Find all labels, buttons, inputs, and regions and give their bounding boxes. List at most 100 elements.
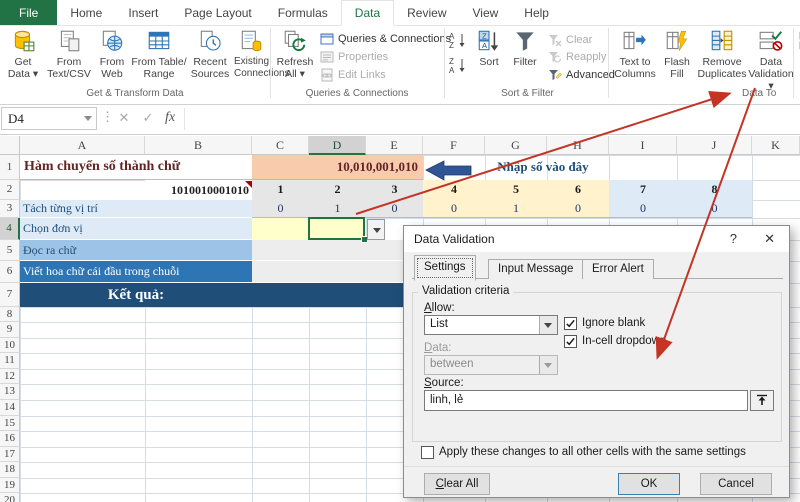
collapse-dialog-button[interactable] — [750, 390, 774, 411]
row-header-13[interactable]: 13 — [0, 384, 20, 400]
cell-c6-range[interactable] — [252, 261, 423, 283]
allow-combobox[interactable]: List — [424, 315, 558, 335]
column-header-K[interactable]: K — [752, 136, 800, 155]
filter-button[interactable]: Filter — [508, 27, 542, 85]
column-header-J[interactable]: J — [677, 136, 752, 155]
cell-j3[interactable]: 0 — [677, 200, 752, 218]
sort-button[interactable]: Z A Sort — [472, 27, 506, 85]
name-box-caret-icon[interactable] — [84, 116, 92, 121]
dialog-title-bar[interactable]: Data Validation ? ✕ — [404, 226, 789, 252]
dialog-tab-error-alert[interactable]: Error Alert — [582, 259, 654, 279]
tab-formulas[interactable]: Formulas — [265, 0, 341, 25]
sort-descending-button[interactable]: Z A — [448, 56, 470, 76]
from-table-range-button[interactable]: From Table/Range — [131, 27, 187, 85]
cancel-button[interactable]: Cancel — [700, 473, 772, 495]
cell-a4-label[interactable]: Chọn đơn vị — [20, 218, 252, 240]
cell-f2[interactable]: 4 — [423, 180, 485, 200]
tab-insert[interactable]: Insert — [115, 0, 171, 25]
from-web-button[interactable]: FromWeb — [94, 27, 130, 85]
column-header-E[interactable]: E — [366, 136, 423, 155]
existing-connections-button[interactable]: ExistingConnections — [234, 27, 268, 85]
dialog-tab-settings[interactable]: Settings — [414, 255, 476, 281]
row-header-17[interactable]: 17 — [0, 447, 20, 462]
refresh-all-button[interactable]: RefreshAll ▾ — [274, 27, 316, 85]
cell-h2[interactable]: 6 — [547, 180, 609, 200]
consolidate-button-partial[interactable]: C — [796, 27, 800, 85]
combo-dropdown-button[interactable] — [539, 316, 557, 334]
row-header-10[interactable]: 10 — [0, 338, 20, 353]
dialog-close-button[interactable]: ✕ — [764, 231, 775, 247]
row-header-12[interactable]: 12 — [0, 369, 20, 384]
cell-g1-note[interactable]: Nhập số vào đây — [477, 155, 609, 180]
cell-a5-label[interactable]: Đọc ra chữ — [20, 240, 252, 261]
clear-filter-button[interactable]: Clear — [548, 31, 592, 48]
formula-input[interactable] — [186, 107, 798, 130]
get-data-button[interactable]: GetData ▾ — [2, 27, 44, 85]
row-header-3[interactable]: 3 — [0, 200, 20, 218]
cell-c5-range[interactable] — [252, 240, 423, 261]
flash-fill-button[interactable]: FlashFill — [660, 27, 694, 85]
clear-all-button[interactable]: Clear All — [424, 473, 490, 495]
text-to-columns-button[interactable]: Text toColumns — [612, 27, 658, 85]
column-header-B[interactable]: B — [145, 136, 252, 155]
data-validation-button[interactable]: DataValidation ▾ — [748, 27, 794, 85]
cell-e3[interactable]: 0 — [366, 200, 423, 218]
cell-f3[interactable]: 0 — [423, 200, 485, 218]
cell-i3[interactable]: 0 — [609, 200, 677, 218]
select-all-corner[interactable] — [0, 136, 20, 155]
tab-home[interactable]: Home — [57, 0, 115, 25]
cell-g3[interactable]: 1 — [485, 200, 547, 218]
tab-page-layout[interactable]: Page Layout — [171, 0, 264, 25]
apply-changes-checkbox[interactable] — [421, 446, 434, 459]
cell-d2[interactable]: 2 — [309, 180, 366, 200]
from-text-csv-button[interactable]: FromText/CSV — [46, 27, 92, 85]
tab-help[interactable]: Help — [511, 0, 562, 25]
row-header-15[interactable]: 15 — [0, 416, 20, 431]
row-header-1[interactable]: 1 — [0, 155, 20, 180]
row-header-2[interactable]: 2 — [0, 180, 20, 200]
cell-c1-number-value[interactable]: 10,010,001,010 — [252, 155, 423, 180]
source-input[interactable]: linh, lẻ — [424, 390, 748, 411]
cancel-entry-button[interactable]: ✕ — [114, 108, 134, 128]
in-cell-dropdown-button[interactable] — [367, 219, 385, 240]
cell-i2[interactable]: 7 — [609, 180, 677, 200]
cell-d3[interactable]: 1 — [309, 200, 366, 218]
row-header-6[interactable]: 6 — [0, 261, 20, 283]
name-box[interactable]: D4 — [1, 107, 97, 130]
dialog-help-button[interactable]: ? — [730, 231, 737, 246]
row-header-7[interactable]: 7 — [0, 283, 20, 307]
in-cell-dropdown-checkbox[interactable] — [564, 335, 577, 348]
enter-entry-button[interactable]: ✓ — [138, 108, 158, 128]
tab-data[interactable]: Data — [341, 0, 394, 26]
row-header-5[interactable]: 5 — [0, 240, 20, 261]
cell-h3[interactable]: 0 — [547, 200, 609, 218]
advanced-filter-button[interactable]: Advanced — [548, 66, 615, 83]
row-header-20[interactable]: 20 — [0, 493, 20, 502]
queries-connections-button[interactable]: Queries & Connections — [320, 30, 451, 47]
column-header-D[interactable]: D — [309, 136, 366, 155]
row-header-16[interactable]: 16 — [0, 431, 20, 447]
cell-c4[interactable] — [252, 218, 309, 240]
properties-button[interactable]: Properties — [320, 48, 388, 65]
edit-links-button[interactable]: Edit Links — [320, 66, 386, 83]
column-header-A[interactable]: A — [20, 136, 145, 155]
tab-view[interactable]: View — [460, 0, 512, 25]
column-header-F[interactable]: F — [423, 136, 485, 155]
ok-button[interactable]: OK — [618, 473, 680, 495]
remove-duplicates-button[interactable]: RemoveDuplicates — [696, 27, 748, 85]
column-header-I[interactable]: I — [609, 136, 677, 155]
row-header-19[interactable]: 19 — [0, 478, 20, 493]
cell-b2-input-number[interactable]: 1010010001010 — [145, 180, 252, 200]
recent-sources-button[interactable]: RecentSources — [188, 27, 232, 85]
cell-c3[interactable]: 0 — [252, 200, 309, 218]
column-header-G[interactable]: G — [485, 136, 547, 155]
cell-a1-title[interactable]: Hàm chuyển số thành chữ — [20, 155, 252, 180]
sort-ascending-button[interactable]: A Z — [448, 31, 470, 51]
row-header-4[interactable]: 4 — [0, 218, 20, 240]
cell-e2[interactable]: 3 — [366, 180, 423, 200]
column-header-C[interactable]: C — [252, 136, 309, 155]
reapply-filter-button[interactable]: Reapply — [548, 48, 606, 65]
cell-a6-label[interactable]: Viết hoa chữ cái đầu trong chuỗi — [20, 261, 252, 283]
cell-a7-result[interactable]: Kết quả: — [20, 283, 423, 307]
row-header-8[interactable]: 8 — [0, 307, 20, 322]
